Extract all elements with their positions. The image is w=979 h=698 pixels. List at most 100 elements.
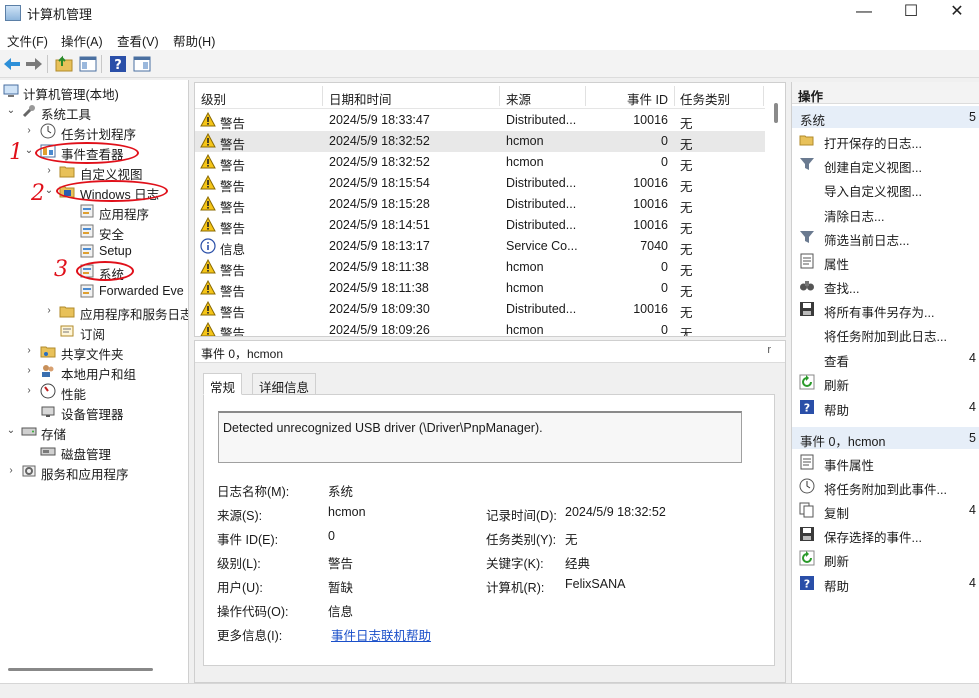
- tree-horizontal-scrollbar[interactable]: [8, 668, 153, 671]
- event-message[interactable]: Detected unrecognized USB driver (\Drive…: [218, 411, 742, 463]
- action-label: 帮助: [824, 580, 850, 594]
- event-id: 10016: [633, 113, 668, 127]
- warning-icon: [200, 300, 216, 317]
- annotation-number: 1: [9, 140, 23, 165]
- section-expand-arrow[interactable]: 5: [969, 110, 976, 124]
- source-label: 来源(S):: [217, 509, 263, 523]
- tab-details[interactable]: 详细信息: [252, 373, 317, 395]
- task-category-label: 任务类别(Y):: [486, 533, 557, 547]
- actions-section-event[interactable]: 事件 0，hcmon 5: [792, 427, 979, 449]
- annotation-number: 2: [31, 181, 45, 206]
- event-row[interactable]: 警告 2024/5/9 18:32:52 hcmon 0 无: [195, 131, 765, 152]
- action-item[interactable]: 清除日志...: [792, 202, 979, 224]
- action-item[interactable]: 创建自定义视图...: [792, 153, 979, 175]
- forward-arrow-icon[interactable]: [24, 54, 44, 74]
- action-label: 事件属性: [824, 459, 875, 473]
- menu-action[interactable]: 操作(A): [61, 31, 103, 50]
- chevron-down-icon[interactable]: ⌄: [24, 144, 34, 158]
- action-item[interactable]: 刷新: [792, 371, 979, 393]
- event-list-header: 级别 日期和时间 来源 事件 ID 任务类别: [195, 83, 765, 109]
- chevron-right-icon[interactable]: ›: [24, 364, 34, 378]
- column-task-category[interactable]: 任务类别: [680, 89, 730, 108]
- chevron-right-icon[interactable]: ›: [6, 464, 16, 478]
- action-item[interactable]: 复制 4: [792, 499, 979, 521]
- event-id: 0: [661, 134, 668, 148]
- event-row[interactable]: 警告 2024/5/9 18:15:54 Distributed... 10016 无: [195, 173, 765, 194]
- properties-icon: [799, 454, 815, 470]
- event-id: 0: [661, 260, 668, 274]
- show-tree-icon[interactable]: [78, 54, 98, 74]
- column-level[interactable]: 级别: [201, 89, 226, 108]
- event-source: hcmon: [506, 134, 544, 148]
- chevron-right-icon[interactable]: ›: [44, 164, 54, 178]
- chevron-down-icon[interactable]: ⌄: [6, 104, 16, 118]
- warning-icon: [200, 153, 216, 170]
- log-name-value: 系统: [328, 485, 354, 499]
- help-icon[interactable]: ?: [108, 54, 128, 74]
- action-item[interactable]: 保存选择的事件...: [792, 523, 979, 545]
- detail-close-icon[interactable]: r: [767, 344, 771, 356]
- menu-help[interactable]: 帮助(H): [173, 31, 215, 50]
- minimize-button[interactable]: —: [841, 0, 887, 26]
- chevron-right-icon[interactable]: ›: [24, 384, 34, 398]
- up-folder-icon[interactable]: [54, 54, 74, 74]
- maximize-button[interactable]: ☐: [888, 0, 934, 26]
- log-icon: [80, 244, 94, 258]
- column-source[interactable]: 来源: [506, 89, 531, 108]
- event-row[interactable]: 警告 2024/5/9 18:09:30 Distributed... 10016 无: [195, 299, 765, 320]
- chevron-right-icon[interactable]: ›: [44, 304, 54, 318]
- menu-view[interactable]: 查看(V): [117, 31, 159, 50]
- action-item[interactable]: 导入自定义视图...: [792, 177, 979, 199]
- event-list-scrollbar[interactable]: [774, 103, 778, 123]
- column-datetime[interactable]: 日期和时间: [329, 89, 392, 108]
- tree-label: 磁盘管理: [61, 448, 112, 462]
- section-expand-arrow[interactable]: 5: [969, 431, 976, 445]
- action-item[interactable]: 打开保存的日志...: [792, 129, 979, 151]
- tab-general[interactable]: 常规: [203, 373, 243, 395]
- action-item[interactable]: 筛选当前日志...: [792, 226, 979, 248]
- back-arrow-icon[interactable]: [2, 54, 22, 74]
- event-row[interactable]: 警告 2024/5/9 18:33:47 Distributed... 10016 无: [195, 110, 765, 131]
- event-id: 7040: [640, 239, 668, 253]
- event-row[interactable]: 警告 2024/5/9 18:11:38 hcmon 0 无: [195, 278, 765, 299]
- tree-label: 订阅: [80, 328, 106, 342]
- action-item[interactable]: ? 帮助 4: [792, 572, 979, 594]
- info-icon: [200, 238, 216, 254]
- chevron-down-icon[interactable]: ⌄: [6, 424, 16, 438]
- user-value: 暂缺: [328, 581, 354, 595]
- event-row[interactable]: 警告 2024/5/9 18:32:52 hcmon 0 无: [195, 152, 765, 173]
- event-row[interactable]: 信息 2024/5/9 18:13:17 Service Co... 7040 无: [195, 236, 765, 257]
- action-item[interactable]: 事件属性: [792, 451, 979, 473]
- column-event-id[interactable]: 事件 ID: [627, 89, 668, 108]
- event-datetime: 2024/5/9 18:13:17: [329, 239, 430, 253]
- folder-icon: [59, 306, 75, 318]
- action-item[interactable]: 刷新: [792, 547, 979, 569]
- chevron-right-icon[interactable]: ›: [24, 344, 34, 358]
- event-row[interactable]: 警告 2024/5/9 18:11:38 hcmon 0 无: [195, 257, 765, 278]
- event-row[interactable]: 警告 2024/5/9 18:09:26 hcmon 0 无: [195, 320, 765, 337]
- action-item[interactable]: 将所有事件另存为...: [792, 298, 979, 320]
- tree-label: 安全: [99, 228, 125, 242]
- chevron-down-icon[interactable]: ⌄: [44, 184, 54, 198]
- action-label: 查找...: [824, 282, 860, 296]
- action-item[interactable]: 查看 4: [792, 347, 979, 369]
- action-item[interactable]: ? 帮助 4: [792, 396, 979, 418]
- chevron-right-icon[interactable]: ›: [24, 124, 34, 138]
- action-item[interactable]: 属性: [792, 250, 979, 272]
- action-item[interactable]: 将任务附加到此事件...: [792, 475, 979, 497]
- event-task-category: 无: [680, 222, 693, 236]
- actions-section-system[interactable]: 系统 5: [792, 106, 979, 128]
- event-id: 10016: [633, 302, 668, 316]
- action-item[interactable]: 将任务附加到此日志...: [792, 322, 979, 344]
- save-icon: [799, 526, 815, 542]
- menu-file[interactable]: 文件(F): [7, 31, 48, 50]
- close-button[interactable]: ✕: [934, 0, 979, 26]
- action-item[interactable]: 查找...: [792, 274, 979, 296]
- event-source: hcmon: [506, 323, 544, 337]
- properties-icon[interactable]: [132, 54, 152, 74]
- online-help-link[interactable]: 事件日志联机帮助: [331, 625, 431, 644]
- event-row[interactable]: 警告 2024/5/9 18:15:28 Distributed... 10016 无: [195, 194, 765, 215]
- event-row[interactable]: 警告 2024/5/9 18:14:51 Distributed... 10016 无: [195, 215, 765, 236]
- submenu-arrow: 4: [969, 576, 976, 590]
- help-icon: ?: [799, 399, 815, 415]
